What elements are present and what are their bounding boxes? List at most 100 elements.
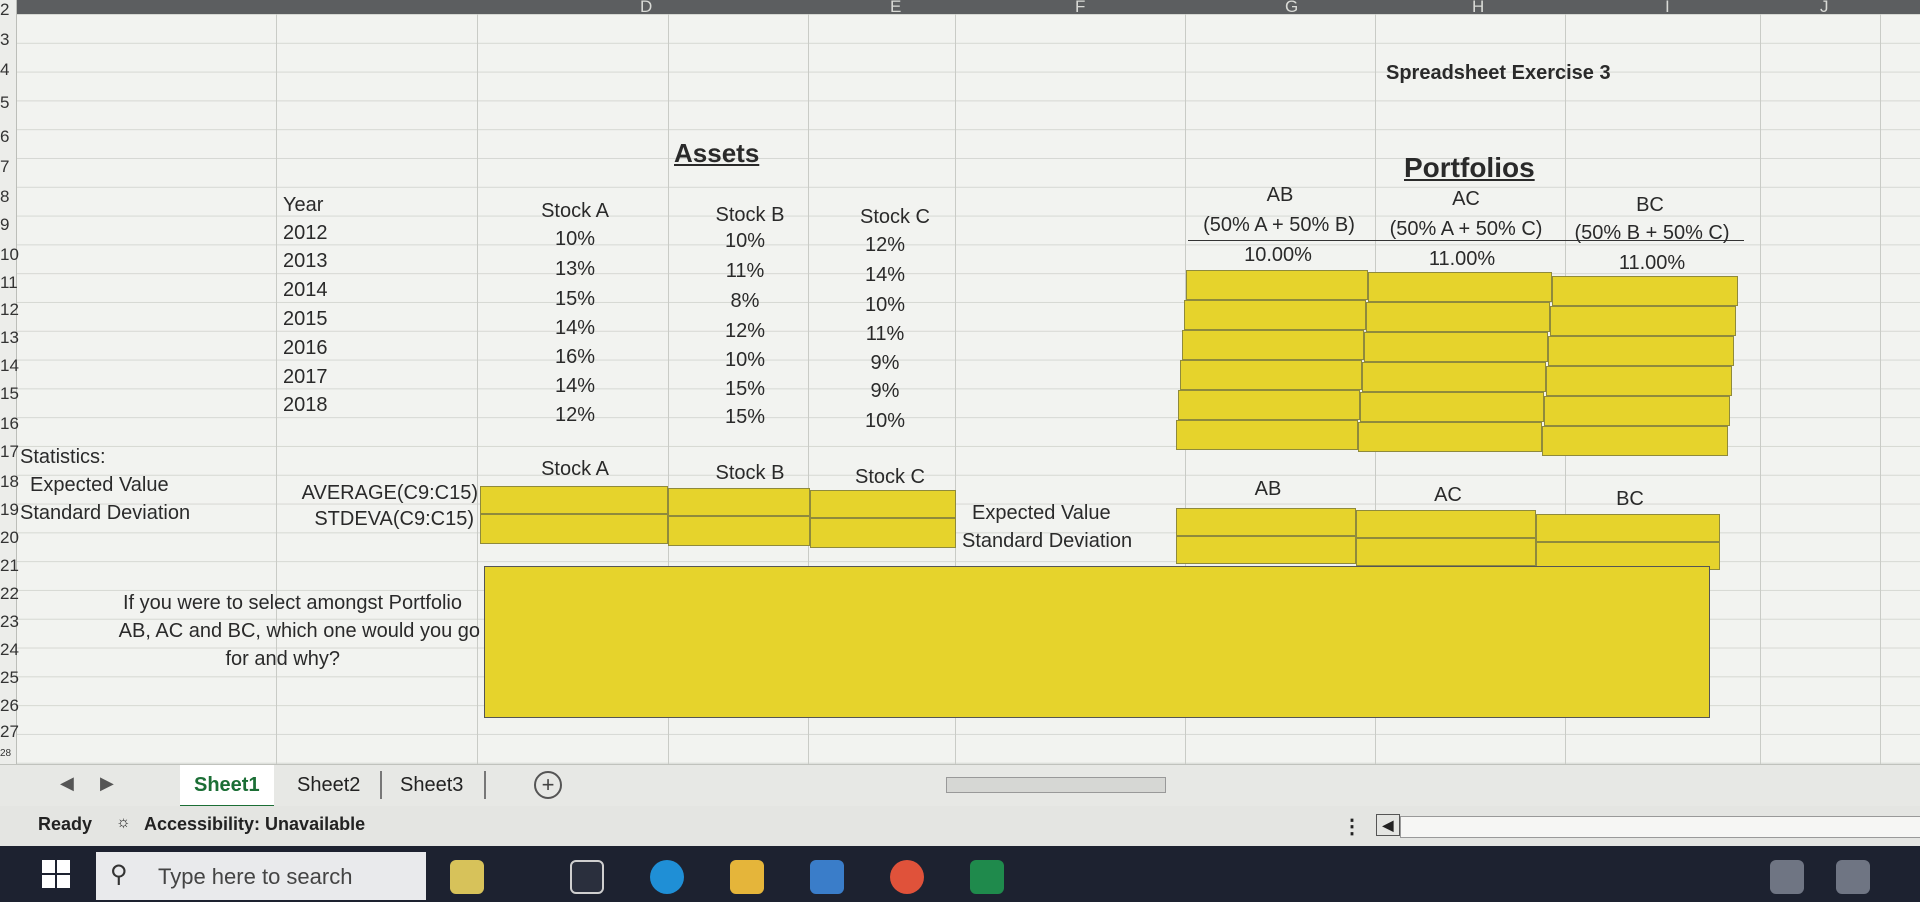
portfolio-input-cell[interactable] — [1542, 426, 1728, 456]
stats-stock-b-header[interactable]: Stock B — [700, 462, 800, 485]
taskbar-search-box[interactable]: ⚲ Type here to search — [96, 852, 426, 900]
stock-c-cell[interactable]: 9% — [845, 352, 925, 375]
stock-a-cell[interactable]: 14% — [535, 317, 615, 340]
stock-b-cell[interactable]: 8% — [705, 290, 785, 313]
portfolio-input-cell[interactable] — [1366, 302, 1550, 332]
row-number[interactable]: 11 — [0, 273, 18, 293]
stock-c-cell[interactable]: 10% — [845, 294, 925, 317]
stock-a-cell[interactable]: 16% — [535, 346, 615, 369]
year-cell[interactable]: 2016 — [283, 337, 328, 360]
page-layout-icon[interactable] — [1836, 860, 1870, 894]
stock-c-cell[interactable]: 14% — [845, 264, 925, 287]
question-line-3[interactable]: for and why? — [20, 648, 340, 671]
row-number[interactable]: 20 — [0, 528, 19, 548]
row-number[interactable]: 9 — [0, 215, 16, 235]
row-number[interactable]: 27 — [0, 722, 19, 742]
row-number[interactable]: 18 — [0, 472, 19, 492]
portfolio-input-cell[interactable] — [1544, 396, 1730, 426]
portfolio-ac-expected-cell[interactable] — [1356, 510, 1536, 538]
row-number[interactable]: 28 — [0, 748, 16, 759]
stock-c-cell[interactable]: 9% — [845, 380, 925, 403]
accessibility-status[interactable]: Accessibility: Unavailable — [144, 814, 365, 835]
year-cell[interactable]: 2018 — [283, 394, 328, 417]
portfolio-ac-name[interactable]: AC — [1416, 188, 1516, 211]
portfolio-input-cell[interactable] — [1178, 390, 1360, 420]
portfolio-ab-stdev-cell[interactable] — [1176, 536, 1356, 564]
stock-b-cell[interactable]: 12% — [705, 320, 785, 343]
stock-b-expected-cell[interactable] — [668, 488, 810, 516]
row-number[interactable]: 10 — [0, 245, 19, 265]
portfolio-bc-expected-cell[interactable] — [1536, 514, 1720, 542]
stdeva-formula[interactable]: STDEVA(C9:C15) — [270, 508, 474, 531]
year-cell[interactable]: 2012 — [283, 222, 328, 245]
stock-b-cell[interactable]: 10% — [705, 230, 785, 253]
row-number[interactable]: 2 — [0, 0, 16, 20]
portfolio-input-cell[interactable] — [1358, 422, 1542, 452]
stock-b-cell[interactable]: 10% — [705, 349, 785, 372]
row-number[interactable]: 19 — [0, 500, 19, 520]
scroll-left-icon[interactable]: ◀ — [1376, 814, 1400, 836]
stock-c-header[interactable]: Stock C — [840, 206, 950, 229]
stock-a-cell[interactable]: 15% — [535, 288, 615, 311]
horizontal-scrollbar[interactable] — [946, 777, 1166, 793]
sheet-title[interactable]: Spreadsheet Exercise 3 — [1386, 62, 1611, 85]
portfolio-stats-ab-header[interactable]: AB — [1218, 478, 1318, 501]
stock-c-cell[interactable]: 12% — [845, 234, 925, 257]
stock-c-stdev-cell[interactable] — [810, 518, 956, 548]
row-number[interactable]: 16 — [0, 414, 19, 434]
edge-browser-icon[interactable] — [650, 860, 684, 894]
portfolio-ac-weights[interactable]: (50% A + 50% C) — [1378, 218, 1554, 241]
portfolio-input-cell[interactable] — [1180, 360, 1362, 390]
average-formula[interactable]: AVERAGE(C9:C15) — [270, 482, 478, 505]
portfolio-ac-value[interactable]: 11.00% — [1392, 248, 1532, 271]
windows-start-icon[interactable] — [42, 860, 70, 888]
status-scroll-track[interactable] — [1400, 816, 1920, 838]
portfolio-ab-weights[interactable]: (50% A + 50% B) — [1192, 214, 1366, 237]
portfolio-bc-name[interactable]: BC — [1600, 194, 1700, 217]
stock-c-cell[interactable]: 10% — [845, 410, 925, 433]
stock-b-cell[interactable]: 15% — [705, 406, 785, 429]
portfolio-input-cell[interactable] — [1182, 330, 1364, 360]
store-icon[interactable] — [810, 860, 844, 894]
scroll-tabs-left-icon[interactable]: ◀ — [60, 773, 74, 794]
portfolio-input-cell[interactable] — [1548, 336, 1734, 366]
portfolio-ab-value[interactable]: 10.00% — [1208, 244, 1348, 267]
row-number[interactable]: 7 — [0, 157, 16, 177]
stock-a-cell[interactable]: 10% — [535, 228, 615, 251]
stats-stock-c-header[interactable]: Stock C — [840, 466, 940, 489]
stock-a-cell[interactable]: 14% — [535, 375, 615, 398]
portfolio-sd-label[interactable]: Standard Deviation — [962, 530, 1132, 553]
stock-b-stdev-cell[interactable] — [668, 516, 810, 546]
row-number[interactable]: 15 — [0, 384, 19, 404]
portfolio-stats-bc-header[interactable]: BC — [1580, 488, 1680, 511]
stats-stock-a-header[interactable]: Stock A — [525, 458, 625, 481]
portfolio-input-cell[interactable] — [1550, 306, 1736, 336]
add-sheet-button[interactable]: + — [534, 771, 562, 799]
portfolio-input-cell[interactable] — [1186, 270, 1368, 300]
stock-a-expected-cell[interactable] — [480, 486, 668, 514]
portfolios-header[interactable]: Portfolios — [1404, 152, 1535, 184]
year-cell[interactable]: 2014 — [283, 279, 328, 302]
stock-a-cell[interactable]: 12% — [535, 404, 615, 427]
tab-sheet3[interactable]: Sheet3 — [386, 765, 477, 805]
answer-cell[interactable] — [484, 566, 1710, 718]
expected-value-label[interactable]: Expected Value — [30, 474, 169, 497]
year-cell[interactable]: 2013 — [283, 250, 328, 273]
row-number[interactable]: 25 — [0, 668, 19, 688]
portfolio-input-cell[interactable] — [1364, 332, 1548, 362]
year-cell[interactable]: 2015 — [283, 308, 328, 331]
year-header[interactable]: Year — [283, 194, 323, 217]
row-number[interactable]: 24 — [0, 640, 19, 660]
portfolio-input-cell[interactable] — [1368, 272, 1552, 302]
more-options-icon[interactable]: ⋮ — [1342, 814, 1362, 839]
row-number[interactable]: 4 — [0, 60, 16, 80]
stock-b-cell[interactable]: 15% — [705, 378, 785, 401]
portfolio-bc-value[interactable]: 11.00% — [1582, 252, 1722, 275]
scroll-tabs-right-icon[interactable]: ▶ — [100, 773, 114, 794]
stock-a-header[interactable]: Stock A — [525, 200, 625, 223]
row-number[interactable]: 3 — [0, 30, 16, 50]
year-cell[interactable]: 2017 — [283, 366, 328, 389]
row-number[interactable]: 22 — [0, 584, 19, 604]
portfolio-ac-stdev-cell[interactable] — [1356, 538, 1536, 566]
row-number[interactable]: 8 — [0, 187, 16, 207]
